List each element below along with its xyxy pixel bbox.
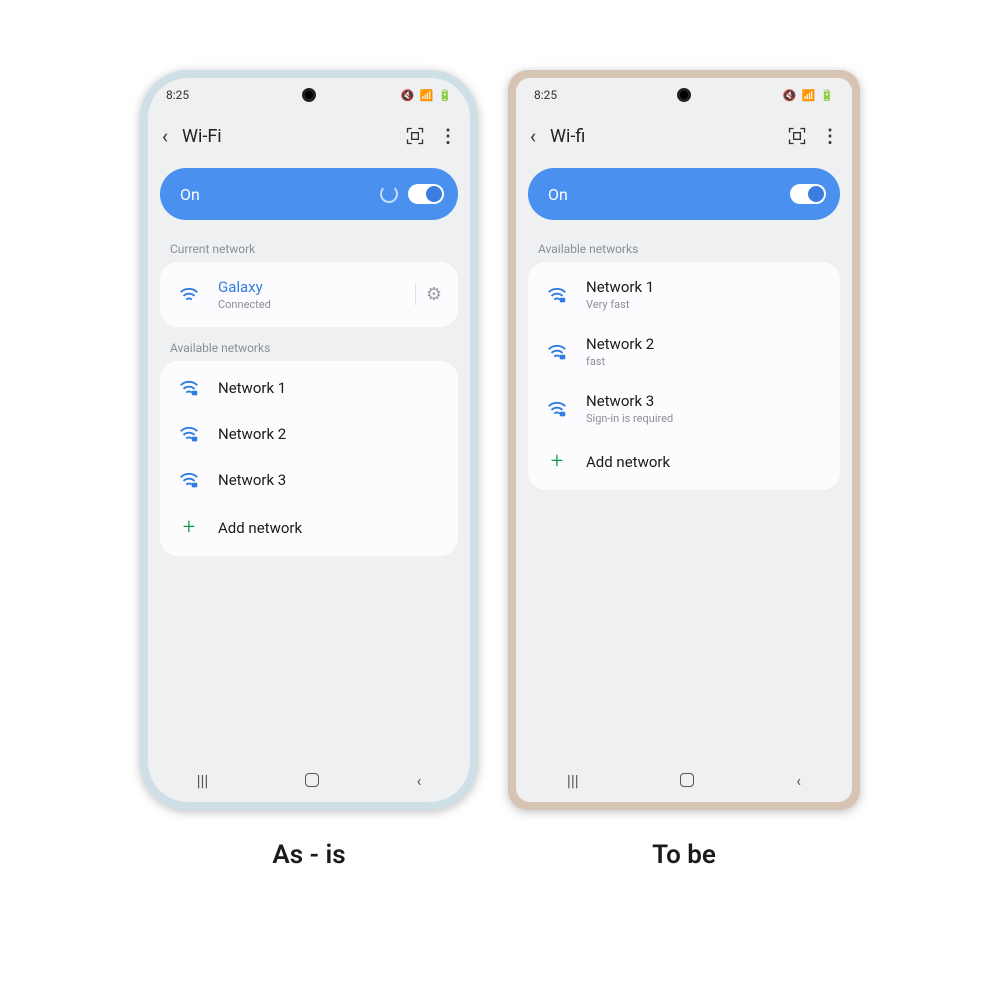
gear-icon[interactable]: ⚙: [415, 284, 442, 305]
home-icon[interactable]: [680, 773, 694, 787]
network-row[interactable]: Network 1: [160, 365, 458, 411]
caption-to-be: To be: [508, 840, 860, 870]
loading-spinner-icon: [380, 185, 398, 203]
network-name: Network 3: [586, 392, 824, 410]
wifi-lock-icon: [176, 377, 202, 399]
qr-scan-icon[interactable]: [787, 126, 807, 146]
battery-icon: 🔋: [438, 89, 452, 102]
page-title: Wi-Fi: [182, 126, 391, 147]
network-name: Network 2: [586, 335, 824, 353]
back-nav-icon[interactable]: ‹: [417, 771, 422, 790]
back-icon[interactable]: ‹: [530, 124, 536, 148]
phone-to-be: 8:25 🔇 📶 🔋 ‹ Wi-fi ⋮ On: [508, 70, 860, 810]
nav-bar: ||| ‹: [516, 758, 852, 802]
network-row[interactable]: Network 3 Sign-in is required: [528, 380, 840, 437]
wifi-lock-icon: [176, 423, 202, 445]
status-icons: 🔇 📶 🔋: [401, 89, 452, 102]
home-icon[interactable]: [305, 773, 319, 787]
recents-icon[interactable]: |||: [567, 771, 579, 790]
available-networks-card: Network 1 Very fast Network 2 fast: [528, 262, 840, 490]
add-network-row[interactable]: + Add network: [160, 503, 458, 552]
network-row[interactable]: Network 3: [160, 457, 458, 503]
signal-icon: 📶: [420, 89, 434, 102]
more-icon[interactable]: ⋮: [821, 126, 838, 147]
plus-icon: +: [544, 449, 570, 474]
network-name: Network 1: [218, 379, 442, 397]
network-row[interactable]: Network 2: [160, 411, 458, 457]
recents-icon[interactable]: |||: [197, 771, 209, 790]
network-name: Network 2: [218, 425, 442, 443]
more-icon[interactable]: ⋮: [439, 126, 456, 147]
app-bar: ‹ Wi-Fi ⋮: [148, 112, 470, 160]
wifi-lock-icon: [176, 469, 202, 491]
available-networks-header: Available networks: [516, 228, 852, 262]
network-status: Sign-in is required: [586, 412, 824, 425]
add-network-row[interactable]: + Add network: [528, 437, 840, 486]
front-camera: [677, 88, 691, 102]
back-icon[interactable]: ‹: [162, 124, 168, 148]
page-title: Wi-fi: [550, 126, 773, 147]
switch-on-icon[interactable]: [790, 184, 826, 204]
network-row[interactable]: Network 1 Very fast: [528, 266, 840, 323]
caption-as-is: As - is: [140, 840, 478, 870]
current-network-row[interactable]: Galaxy Connected ⚙: [160, 266, 458, 323]
mute-icon: 🔇: [401, 89, 415, 102]
qr-scan-icon[interactable]: [405, 126, 425, 146]
screen-left: 8:25 🔇 📶 🔋 ‹ Wi-Fi ⋮ On: [148, 78, 470, 802]
battery-icon: 🔋: [820, 89, 834, 102]
back-nav-icon[interactable]: ‹: [796, 771, 801, 790]
plus-icon: +: [176, 515, 202, 540]
network-speed: fast: [586, 355, 824, 368]
add-network-label: Add network: [218, 519, 442, 537]
current-network-header: Current network: [148, 228, 470, 262]
app-bar: ‹ Wi-fi ⋮: [516, 112, 852, 160]
toggle-label: On: [180, 185, 200, 204]
current-network-card: Galaxy Connected ⚙: [160, 262, 458, 327]
network-speed: Very fast: [586, 298, 824, 311]
wifi-master-toggle[interactable]: On: [528, 168, 840, 220]
wifi-lock-icon: [544, 341, 570, 363]
signal-icon: 📶: [802, 89, 816, 102]
status-icons: 🔇 📶 🔋: [783, 89, 834, 102]
wifi-lock-icon: [544, 398, 570, 420]
toggle-label: On: [548, 185, 568, 204]
wifi-master-toggle[interactable]: On: [160, 168, 458, 220]
network-row[interactable]: Network 2 fast: [528, 323, 840, 380]
front-camera: [302, 88, 316, 102]
mute-icon: 🔇: [783, 89, 797, 102]
switch-on-icon[interactable]: [408, 184, 444, 204]
available-networks-card: Network 1 Network 2 Network 3 + Add: [160, 361, 458, 556]
wifi-icon: [176, 284, 202, 306]
status-time: 8:25: [166, 88, 189, 102]
network-status: Connected: [218, 298, 399, 311]
nav-bar: ||| ‹: [148, 758, 470, 802]
network-name: Network 1: [586, 278, 824, 296]
status-time: 8:25: [534, 88, 557, 102]
available-networks-header: Available networks: [148, 327, 470, 361]
phone-as-is: 8:25 🔇 📶 🔋 ‹ Wi-Fi ⋮ On: [140, 70, 478, 810]
wifi-lock-icon: [544, 284, 570, 306]
network-name: Galaxy: [218, 278, 399, 296]
network-name: Network 3: [218, 471, 442, 489]
add-network-label: Add network: [586, 453, 824, 471]
screen-right: 8:25 🔇 📶 🔋 ‹ Wi-fi ⋮ On: [516, 78, 852, 802]
captions-row: As - is To be: [140, 840, 860, 870]
